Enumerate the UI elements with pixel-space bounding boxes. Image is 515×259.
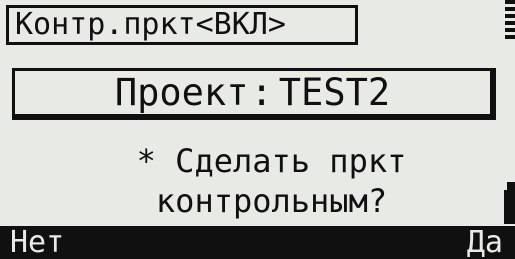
question-line-2: контрольным? — [155, 182, 388, 220]
project-field[interactable]: Проект : TEST2 — [12, 68, 496, 120]
project-separator: : — [250, 71, 273, 114]
lcd-screen: Контр.пркт<ВКЛ> Проект : TEST2 * Сделать… — [0, 0, 515, 259]
softkey-bar: Нет Да — [0, 226, 515, 259]
project-value: TEST2 — [278, 71, 391, 114]
yes-softkey[interactable]: Да — [467, 226, 503, 259]
question-line-1: * Сделать пркт — [136, 142, 407, 180]
project-label: Проект — [114, 71, 249, 114]
screen-title-text: Контр.пркт<ВКЛ> — [15, 7, 286, 42]
battery-icon — [504, 182, 515, 224]
screen-title: Контр.пркт<ВКЛ> — [6, 5, 358, 45]
scroll-indicator-icon — [505, 0, 515, 40]
no-softkey[interactable]: Нет — [10, 226, 64, 259]
